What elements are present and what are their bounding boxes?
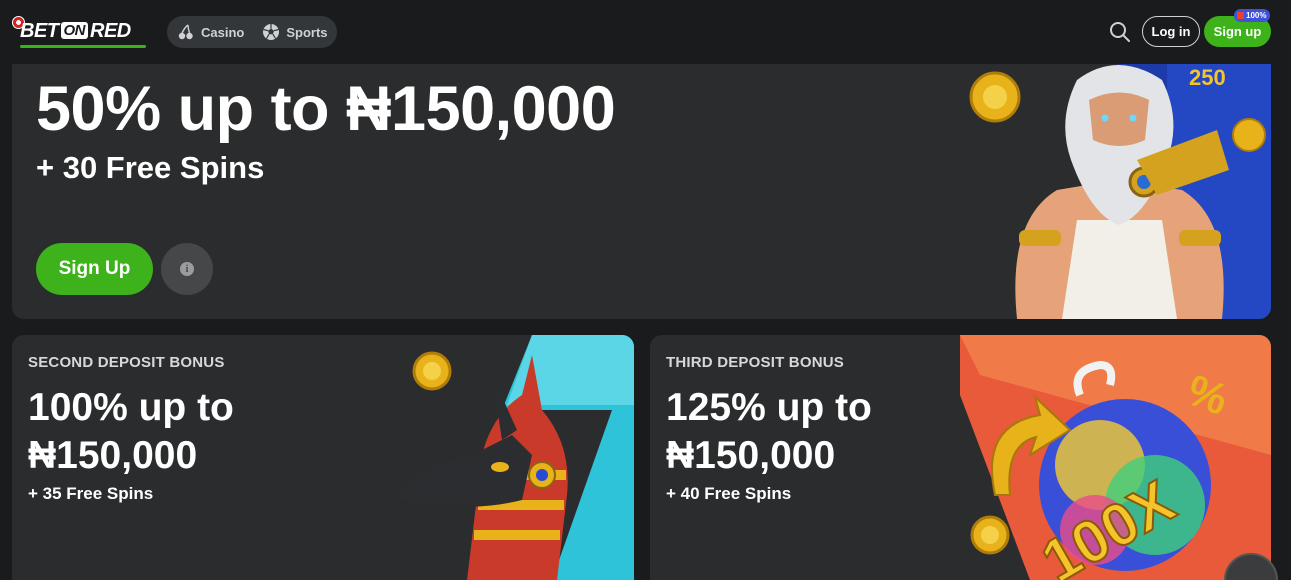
- info-icon: i: [180, 262, 194, 276]
- card-title: 100% up to ₦150,000: [28, 384, 234, 480]
- signup-badge-text: 100%: [1246, 11, 1267, 20]
- card-free-spins: + 40 Free Spins: [666, 484, 792, 503]
- nav-sports-label: Sports: [286, 24, 328, 40]
- bomb-multiplier-illustration: % 100X: [960, 335, 1271, 580]
- top-bar: BET ON RED Casino Sports Log in Sign up …: [0, 0, 1291, 64]
- signup-bonus-badge: 100%: [1234, 9, 1271, 22]
- search-button[interactable]: [1108, 20, 1132, 44]
- card-title: 125% up to ₦150,000: [666, 384, 872, 480]
- search-icon: [1110, 22, 1130, 42]
- card-label: SECOND DEPOSIT BONUS: [28, 354, 225, 371]
- login-button[interactable]: Log in: [1142, 16, 1200, 47]
- card-label: THIRD DEPOSIT BONUS: [666, 354, 844, 371]
- logo-wordmark: BET ON RED: [20, 20, 131, 42]
- hero-subtitle: + 30 Free Spins: [36, 150, 265, 185]
- gift-icon: [1237, 12, 1244, 19]
- card-title-line2: ₦150,000: [666, 434, 836, 477]
- card-free-spins: + 35 Free Spins: [28, 484, 154, 503]
- hero-info-button[interactable]: i: [161, 243, 213, 295]
- hero-title: 50% up to ₦150,000: [36, 74, 616, 144]
- nav-sports[interactable]: Sports: [262, 23, 328, 41]
- third-deposit-bonus-card[interactable]: THIRD DEPOSIT BONUS 125% up to ₦150,000 …: [650, 335, 1271, 580]
- nav-casino-label: Casino: [201, 24, 245, 40]
- svg-text:250: 250: [1189, 65, 1226, 90]
- anubis-illustration: [397, 335, 634, 580]
- cherry-icon: [178, 24, 193, 40]
- card-title-line1: 100% up to: [28, 386, 234, 429]
- nav-casino[interactable]: Casino: [177, 23, 244, 41]
- welcome-bonus-hero: 50% up to ₦150,000 + 30 Free Spins Sign …: [12, 40, 1271, 319]
- hero-signup-button[interactable]: Sign Up: [36, 243, 153, 295]
- soccer-ball-icon: [263, 24, 280, 40]
- card-title-line1: 125% up to: [666, 386, 872, 429]
- card-title-line2: ₦150,000: [28, 434, 198, 477]
- betonred-logo[interactable]: BET ON RED: [12, 16, 150, 48]
- second-deposit-bonus-card[interactable]: SECOND DEPOSIT BONUS 100% up to ₦150,000…: [12, 335, 634, 580]
- logo-underline: [20, 45, 146, 48]
- main-nav: Casino Sports: [167, 16, 337, 48]
- zeus-illustration: 250: [969, 40, 1271, 319]
